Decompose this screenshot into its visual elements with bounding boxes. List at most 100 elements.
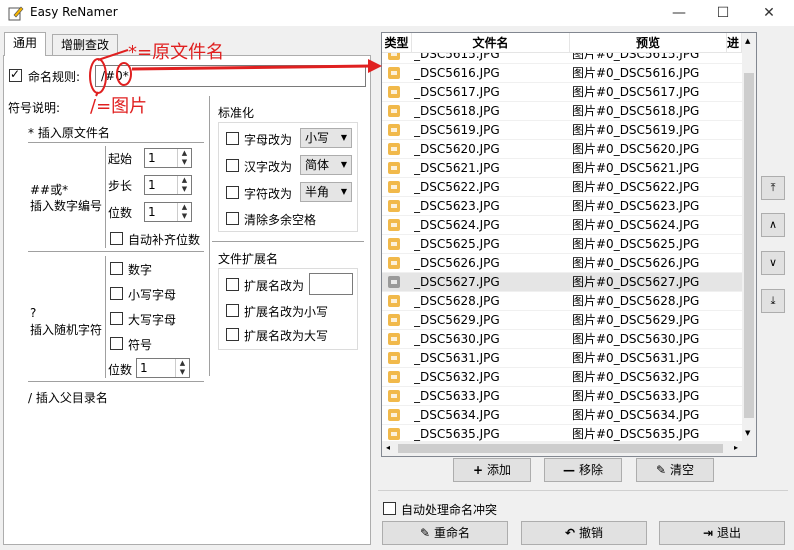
spin-up-icon[interactable]: ▲: [178, 176, 191, 185]
vertical-scrollbar[interactable]: ▲ ▼: [742, 33, 756, 441]
rule-checkbox[interactable]: [9, 67, 22, 82]
width-select[interactable]: 半角 ▼: [300, 182, 352, 202]
table-row[interactable]: _DSC5630.JPG 图片#0_DSC5630.JPG: [382, 330, 742, 349]
step-spinner[interactable]: 1 ▲ ▼: [144, 175, 192, 195]
row-preview: 图片#0_DSC5624.JPG: [572, 218, 700, 232]
table-row[interactable]: _DSC5633.JPG 图片#0_DSC5633.JPG: [382, 387, 742, 406]
close-button[interactable]: ✕: [746, 0, 792, 26]
table-row[interactable]: _DSC5632.JPG 图片#0_DSC5632.JPG: [382, 368, 742, 387]
table-row[interactable]: _DSC5634.JPG 图片#0_DSC5634.JPG: [382, 406, 742, 425]
table-row[interactable]: _DSC5631.JPG 图片#0_DSC5631.JPG: [382, 349, 742, 368]
spin-down-icon[interactable]: ▼: [178, 212, 191, 221]
autopad-checkbox[interactable]: [110, 232, 123, 245]
spin-up-icon[interactable]: ▲: [178, 203, 191, 212]
hanzi-checkbox[interactable]: [226, 159, 239, 172]
separator: [378, 490, 788, 491]
move-bottom-button[interactable]: ⤓: [761, 289, 785, 313]
ext-lower-checkbox[interactable]: [226, 304, 239, 317]
table-row[interactable]: _DSC5628.JPG 图片#0_DSC5628.JPG: [382, 292, 742, 311]
row-preview: 图片#0_DSC5620.JPG: [572, 142, 700, 156]
table-row[interactable]: _DSC5623.JPG 图片#0_DSC5623.JPG: [382, 197, 742, 216]
ext-upper-checkbox[interactable]: [226, 328, 239, 341]
exit-button[interactable]: ⇥ 退出: [659, 521, 785, 545]
header-preview[interactable]: 预览: [570, 33, 727, 53]
exit-label: 退出: [717, 526, 742, 540]
image-file-icon: [388, 124, 400, 136]
header-filename[interactable]: 文件名: [412, 33, 570, 53]
table-row[interactable]: _DSC5621.JPG 图片#0_DSC5621.JPG: [382, 159, 742, 178]
digits-spinner[interactable]: 1 ▲ ▼: [144, 202, 192, 222]
header-type[interactable]: 类型: [382, 33, 412, 53]
rule-label: 命名规则:: [28, 70, 81, 84]
undo-button[interactable]: ↶ 撤销: [521, 521, 647, 545]
maximize-button[interactable]: ☐: [700, 0, 746, 26]
spin-up-icon[interactable]: ▲: [176, 359, 189, 368]
rand-digits-label: 位数: [108, 363, 133, 377]
table-row[interactable]: _DSC5618.JPG 图片#0_DSC5618.JPG: [382, 102, 742, 121]
clear-button[interactable]: ✎ 清空: [636, 458, 714, 482]
letter-case-checkbox[interactable]: [226, 132, 239, 145]
lower-chars-checkbox[interactable]: [110, 287, 123, 300]
header-progress[interactable]: 进度: [727, 33, 742, 53]
scroll-right-icon[interactable]: ▸: [734, 443, 738, 452]
table-row[interactable]: _DSC5619.JPG 图片#0_DSC5619.JPG: [382, 121, 742, 140]
tab-edit[interactable]: 增删查改: [52, 34, 119, 56]
undo-icon: ↶: [564, 526, 576, 540]
spin-down-icon[interactable]: ▼: [178, 158, 191, 167]
scroll-up-icon[interactable]: ▲: [745, 37, 750, 45]
table-row[interactable]: _DSC5625.JPG 图片#0_DSC5625.JPG: [382, 235, 742, 254]
letter-case-select[interactable]: 小写 ▼: [300, 128, 352, 148]
row-filename: _DSC5626.JPG: [414, 256, 500, 270]
scroll-down-icon[interactable]: ▼: [745, 429, 750, 437]
start-spinner[interactable]: 1 ▲ ▼: [144, 148, 192, 168]
spin-down-icon[interactable]: ▼: [178, 185, 191, 194]
table-row[interactable]: _DSC5622.JPG 图片#0_DSC5622.JPG: [382, 178, 742, 197]
width-checkbox[interactable]: [226, 186, 239, 199]
row-preview: 图片#0_DSC5619.JPG: [572, 123, 700, 137]
table-row[interactable]: _DSC5620.JPG 图片#0_DSC5620.JPG: [382, 140, 742, 159]
table-row[interactable]: _DSC5616.JPG 图片#0_DSC5616.JPG: [382, 64, 742, 83]
spin-up-icon[interactable]: ▲: [178, 149, 191, 158]
rand-digits-spinner[interactable]: 1 ▲ ▼: [136, 358, 190, 378]
move-down-button[interactable]: ∨: [761, 251, 785, 275]
width-label: 字符改为: [244, 187, 293, 201]
row-filename: _DSC5634.JPG: [414, 408, 500, 422]
rename-button[interactable]: ✎ 重命名: [382, 521, 508, 545]
rule-input[interactable]: /#0*: [95, 65, 366, 87]
file-list[interactable]: _DSC5615.JPG 图片#0_DSC5615.JPG _DSC5616.JPG…: [381, 32, 757, 457]
vertical-scroll-thumb[interactable]: [744, 73, 754, 418]
row-filename: _DSC5629.JPG: [414, 313, 500, 327]
minimize-button[interactable]: —: [656, 0, 702, 26]
table-row[interactable]: _DSC5624.JPG 图片#0_DSC5624.JPG: [382, 216, 742, 235]
image-file-icon: [388, 333, 400, 345]
trim-checkbox[interactable]: [226, 212, 239, 225]
ext-change-checkbox[interactable]: [226, 278, 239, 291]
ext-input[interactable]: [309, 273, 353, 295]
move-up-button[interactable]: ∧: [761, 213, 785, 237]
digit-chars-checkbox[interactable]: [110, 262, 123, 275]
spin-down-icon[interactable]: ▼: [176, 368, 189, 377]
pencil-note-icon: [8, 6, 24, 21]
sym-chars-checkbox[interactable]: [110, 337, 123, 350]
digits-value: 1: [148, 205, 156, 219]
row-filename: _DSC5624.JPG: [414, 218, 500, 232]
hanzi-label: 汉字改为: [244, 160, 293, 174]
move-top-button[interactable]: ⤒: [761, 176, 785, 200]
annotation-star: *=原文件名: [128, 42, 225, 63]
column-divider: [209, 96, 210, 376]
row-preview: 图片#0_DSC5629.JPG: [572, 313, 700, 327]
remove-button[interactable]: — 移除: [544, 458, 622, 482]
add-button[interactable]: + 添加: [453, 458, 531, 482]
hanzi-select[interactable]: 简体 ▼: [300, 155, 352, 175]
upper-chars-checkbox[interactable]: [110, 312, 123, 325]
auto-conflict-checkbox[interactable]: [383, 502, 396, 515]
scroll-left-icon[interactable]: ◂: [386, 443, 390, 452]
horizontal-scrollbar[interactable]: ◂ ▸: [382, 441, 756, 456]
table-row[interactable]: _DSC5626.JPG 图片#0_DSC5626.JPG: [382, 254, 742, 273]
trim-label: 清除多余空格: [244, 213, 317, 227]
table-row[interactable]: _DSC5617.JPG 图片#0_DSC5617.JPG: [382, 83, 742, 102]
tab-general[interactable]: 通用: [4, 32, 47, 56]
horizontal-scroll-thumb[interactable]: [398, 444, 723, 453]
table-row[interactable]: _DSC5629.JPG 图片#0_DSC5629.JPG: [382, 311, 742, 330]
table-row[interactable]: _DSC5627.JPG 图片#0_DSC5627.JPG: [382, 273, 742, 292]
